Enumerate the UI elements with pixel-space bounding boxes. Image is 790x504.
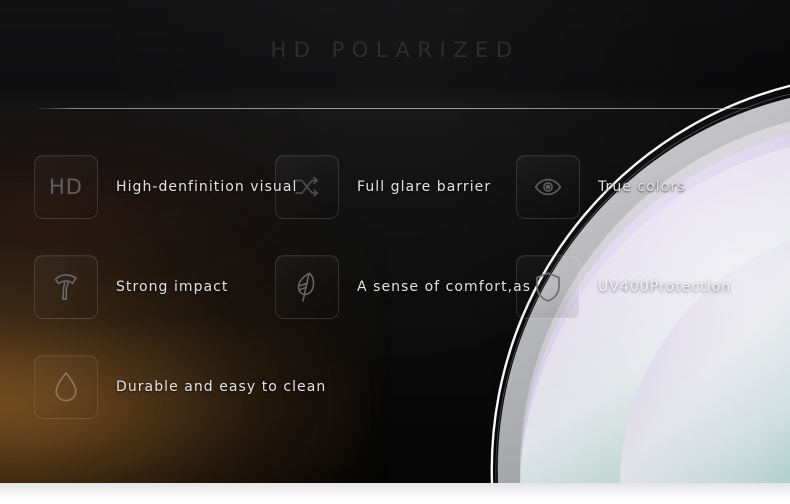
feature-label: Durable and easy to clean — [116, 379, 327, 395]
feature-high-definition-visual: HD High-denfinition visual — [34, 155, 297, 219]
feature-label: Full glare barrier — [357, 179, 492, 195]
eye-icon — [534, 178, 562, 196]
dark-feature-panel: HD POLARIZED HD High-denfinition visual — [0, 0, 790, 483]
feature-label: Strong impact — [116, 279, 229, 295]
feature-label: True colors — [598, 179, 686, 195]
feature-label: UV400Protection — [598, 279, 732, 295]
shield-icon — [536, 272, 560, 302]
product-banner-image: HD POLARIZED HD High-denfinition visual — [0, 0, 790, 504]
water-drop-icon-box — [34, 355, 98, 419]
feature-full-glare-barrier: Full glare barrier — [275, 155, 491, 219]
feature-sense-of-comfort: A sense of comfort,as — [275, 255, 531, 319]
feature-durable-easy-to-clean: Durable and easy to clean — [34, 355, 326, 419]
feature-strong-impact: Strong impact — [34, 255, 228, 319]
water-drop-icon — [55, 372, 77, 402]
divider — [38, 108, 755, 109]
feather-icon — [297, 272, 315, 302]
shield-icon-box — [516, 255, 580, 319]
hd-icon: HD — [49, 175, 83, 199]
feature-label: A sense of comfort,as — [357, 279, 532, 295]
feature-uv400-protection: UV400Protection — [516, 255, 731, 319]
hd-icon-box: HD — [34, 155, 98, 219]
feature-true-colors: True colors — [516, 155, 686, 219]
shuffle-icon — [295, 176, 319, 197]
hammer-icon-box — [34, 255, 98, 319]
feather-icon-box — [275, 255, 339, 319]
bottom-shadow — [0, 483, 790, 499]
shuffle-icon-box — [275, 155, 339, 219]
page-title: HD POLARIZED — [270, 38, 520, 62]
hammer-icon — [54, 274, 77, 300]
feature-label: High-denfinition visual — [116, 179, 298, 195]
eye-icon-box — [516, 155, 580, 219]
